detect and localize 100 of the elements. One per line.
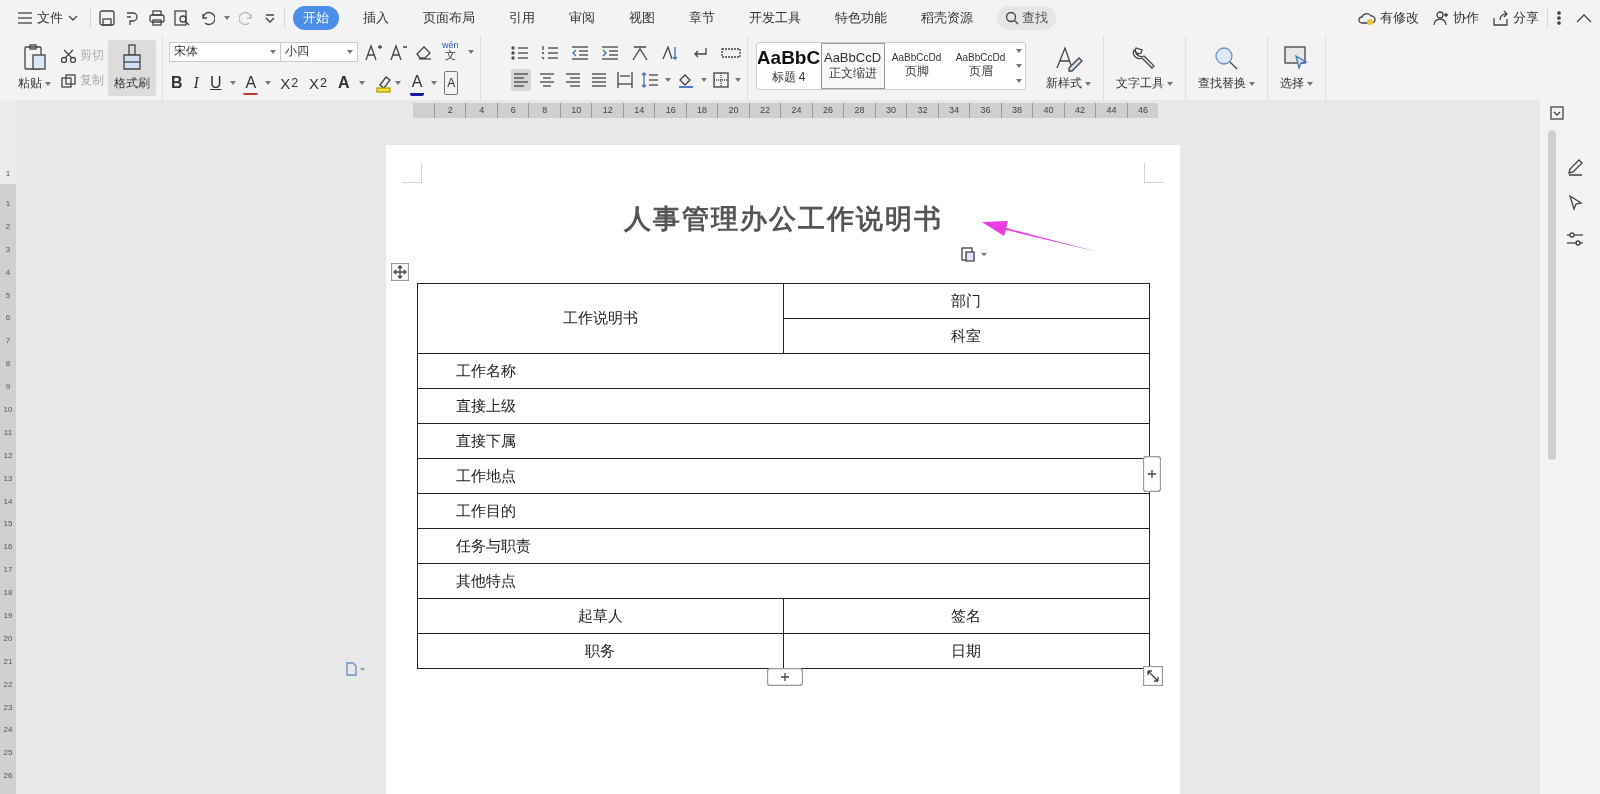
font-color-button[interactable]: A (409, 70, 425, 96)
bold-button[interactable]: B (169, 72, 185, 94)
cursor-icon[interactable] (1566, 194, 1584, 212)
paste-icon (22, 44, 47, 72)
ribbon-tab[interactable]: 稻壳资源 (911, 6, 983, 30)
table-grid-icon[interactable] (720, 45, 741, 61)
align-left-button[interactable] (510, 69, 531, 91)
font-size-field[interactable]: 小四 (280, 41, 358, 62)
ruler-number: 9 (5, 381, 11, 394)
collapse-icon[interactable] (1576, 13, 1592, 23)
borders-icon[interactable] (712, 72, 729, 88)
brush-icon (121, 44, 143, 72)
table-cell: 工作说明书 (417, 283, 783, 354)
print-icon[interactable] (149, 10, 165, 26)
style-option[interactable]: AaBbCcD 正文缩进 (820, 43, 885, 89)
ribbon-tab[interactable]: 章节 (679, 6, 725, 30)
ribbon-tab[interactable]: 插入 (353, 6, 399, 30)
select-cursor-icon[interactable] (1282, 44, 1310, 72)
share-button[interactable]: 分享 (1493, 9, 1539, 27)
caret-icon[interactable] (1015, 64, 1022, 68)
sliders-icon[interactable] (1566, 230, 1584, 248)
text-direction-icon[interactable] (660, 45, 679, 61)
distribute-button[interactable] (614, 69, 635, 91)
increase-indent-icon[interactable] (600, 45, 619, 61)
new-style-button[interactable]: 新样式 (1045, 75, 1091, 92)
format-painter-button[interactable]: 格式刷 (108, 40, 156, 96)
chinese-layout-icon[interactable] (630, 45, 649, 61)
menu-icon (18, 12, 32, 24)
caret-icon[interactable] (1015, 48, 1022, 53)
ruler-number: 13 (3, 472, 13, 485)
decrease-indent-icon[interactable] (570, 45, 589, 61)
pen-icon[interactable] (1566, 158, 1584, 176)
text-tools-button[interactable]: 文字工具 (1115, 75, 1173, 92)
user-add-icon (1433, 10, 1449, 26)
ruler-number: 12 (3, 449, 13, 462)
ribbon-tab[interactable]: 页面布局 (413, 6, 485, 30)
ribbon-tab[interactable]: 特色功能 (825, 6, 897, 30)
search-button[interactable]: 查找 (997, 6, 1056, 30)
style-option[interactable]: AaBbCcDd 页眉 (948, 43, 1013, 89)
ruler-number: 1 (5, 169, 11, 178)
ruler-number: 1 (5, 198, 11, 210)
paste-options-icon[interactable] (961, 246, 989, 262)
ruler-number: 6 (5, 312, 11, 325)
chevron-down-icon (68, 15, 78, 21)
share-icon (1493, 10, 1509, 26)
find-replace-button[interactable]: 查找替换 (1197, 75, 1255, 92)
table-cell: 直接上级 (417, 388, 1149, 424)
text-effect-button[interactable]: A (336, 72, 352, 94)
caret-icon[interactable] (1015, 79, 1022, 84)
scrollbar[interactable] (1548, 130, 1556, 460)
pen-letter-icon[interactable] (1053, 44, 1083, 72)
more-icon[interactable] (1556, 10, 1562, 26)
ruler-number: 18 (3, 587, 13, 600)
bullet-list-icon[interactable] (510, 45, 529, 61)
undo-icon[interactable] (199, 10, 215, 26)
character-border-button[interactable]: A (444, 71, 459, 95)
caret-icon (230, 81, 237, 85)
phonetic-guide-button[interactable]: wén 文 (440, 40, 461, 63)
font-name-field[interactable]: 宋体 (169, 41, 281, 62)
shading-icon[interactable] (676, 72, 695, 88)
file-menu[interactable]: 文件 (14, 7, 82, 29)
table-cell: 任务与职责 (417, 528, 1149, 564)
align-icon (590, 71, 607, 89)
strikethrough-button[interactable]: A (243, 71, 259, 95)
paste-button[interactable]: 粘贴 (18, 75, 51, 92)
ribbon-tab[interactable]: 引用 (499, 6, 545, 30)
print-preview-icon[interactable] (174, 10, 190, 26)
caret-icon (467, 49, 474, 54)
italic-button[interactable]: I (191, 72, 201, 94)
ruler-number: 24 (3, 724, 13, 737)
table-cell: 部门 (783, 283, 1149, 319)
ruler-number: 15 (3, 518, 13, 531)
save-icon[interactable] (99, 10, 115, 26)
ruler-number: 8 (5, 358, 11, 371)
grow-font-icon[interactable] (365, 42, 383, 61)
style-option[interactable]: AaBbCcDd 页脚 (884, 43, 949, 89)
ribbon-tab[interactable]: 开发工具 (739, 6, 811, 30)
caret-icon (265, 81, 272, 85)
collaborate-button[interactable]: 协作 (1433, 9, 1479, 27)
scissors-icon (61, 48, 77, 63)
shrink-font-icon[interactable] (390, 42, 408, 61)
caret-icon (1166, 81, 1173, 86)
select-button[interactable]: 选择 (1279, 75, 1313, 92)
export-icon[interactable] (124, 10, 140, 26)
underline-button[interactable]: U (207, 72, 224, 94)
add-row-icon[interactable] (767, 668, 803, 686)
customize-icon[interactable] (264, 12, 276, 24)
numbered-list-icon[interactable] (540, 45, 559, 61)
move-handle-icon[interactable] (391, 263, 409, 281)
search-icon[interactable] (1212, 44, 1240, 72)
resize-handle-icon[interactable] (1143, 666, 1163, 686)
ribbon-tab[interactable]: 审阅 (559, 6, 605, 30)
ribbon-tab[interactable]: 视图 (619, 6, 665, 30)
ruler-number: 19 (3, 610, 13, 623)
line-spacing-icon[interactable] (640, 72, 659, 88)
ruler-number: 21 (3, 655, 13, 668)
add-column-icon[interactable] (1143, 456, 1161, 492)
changes-button[interactable]: 有修改 (1358, 9, 1419, 27)
style-option[interactable]: AaBbC 标题 4 (756, 43, 821, 89)
panel-icon[interactable] (1550, 106, 1564, 120)
